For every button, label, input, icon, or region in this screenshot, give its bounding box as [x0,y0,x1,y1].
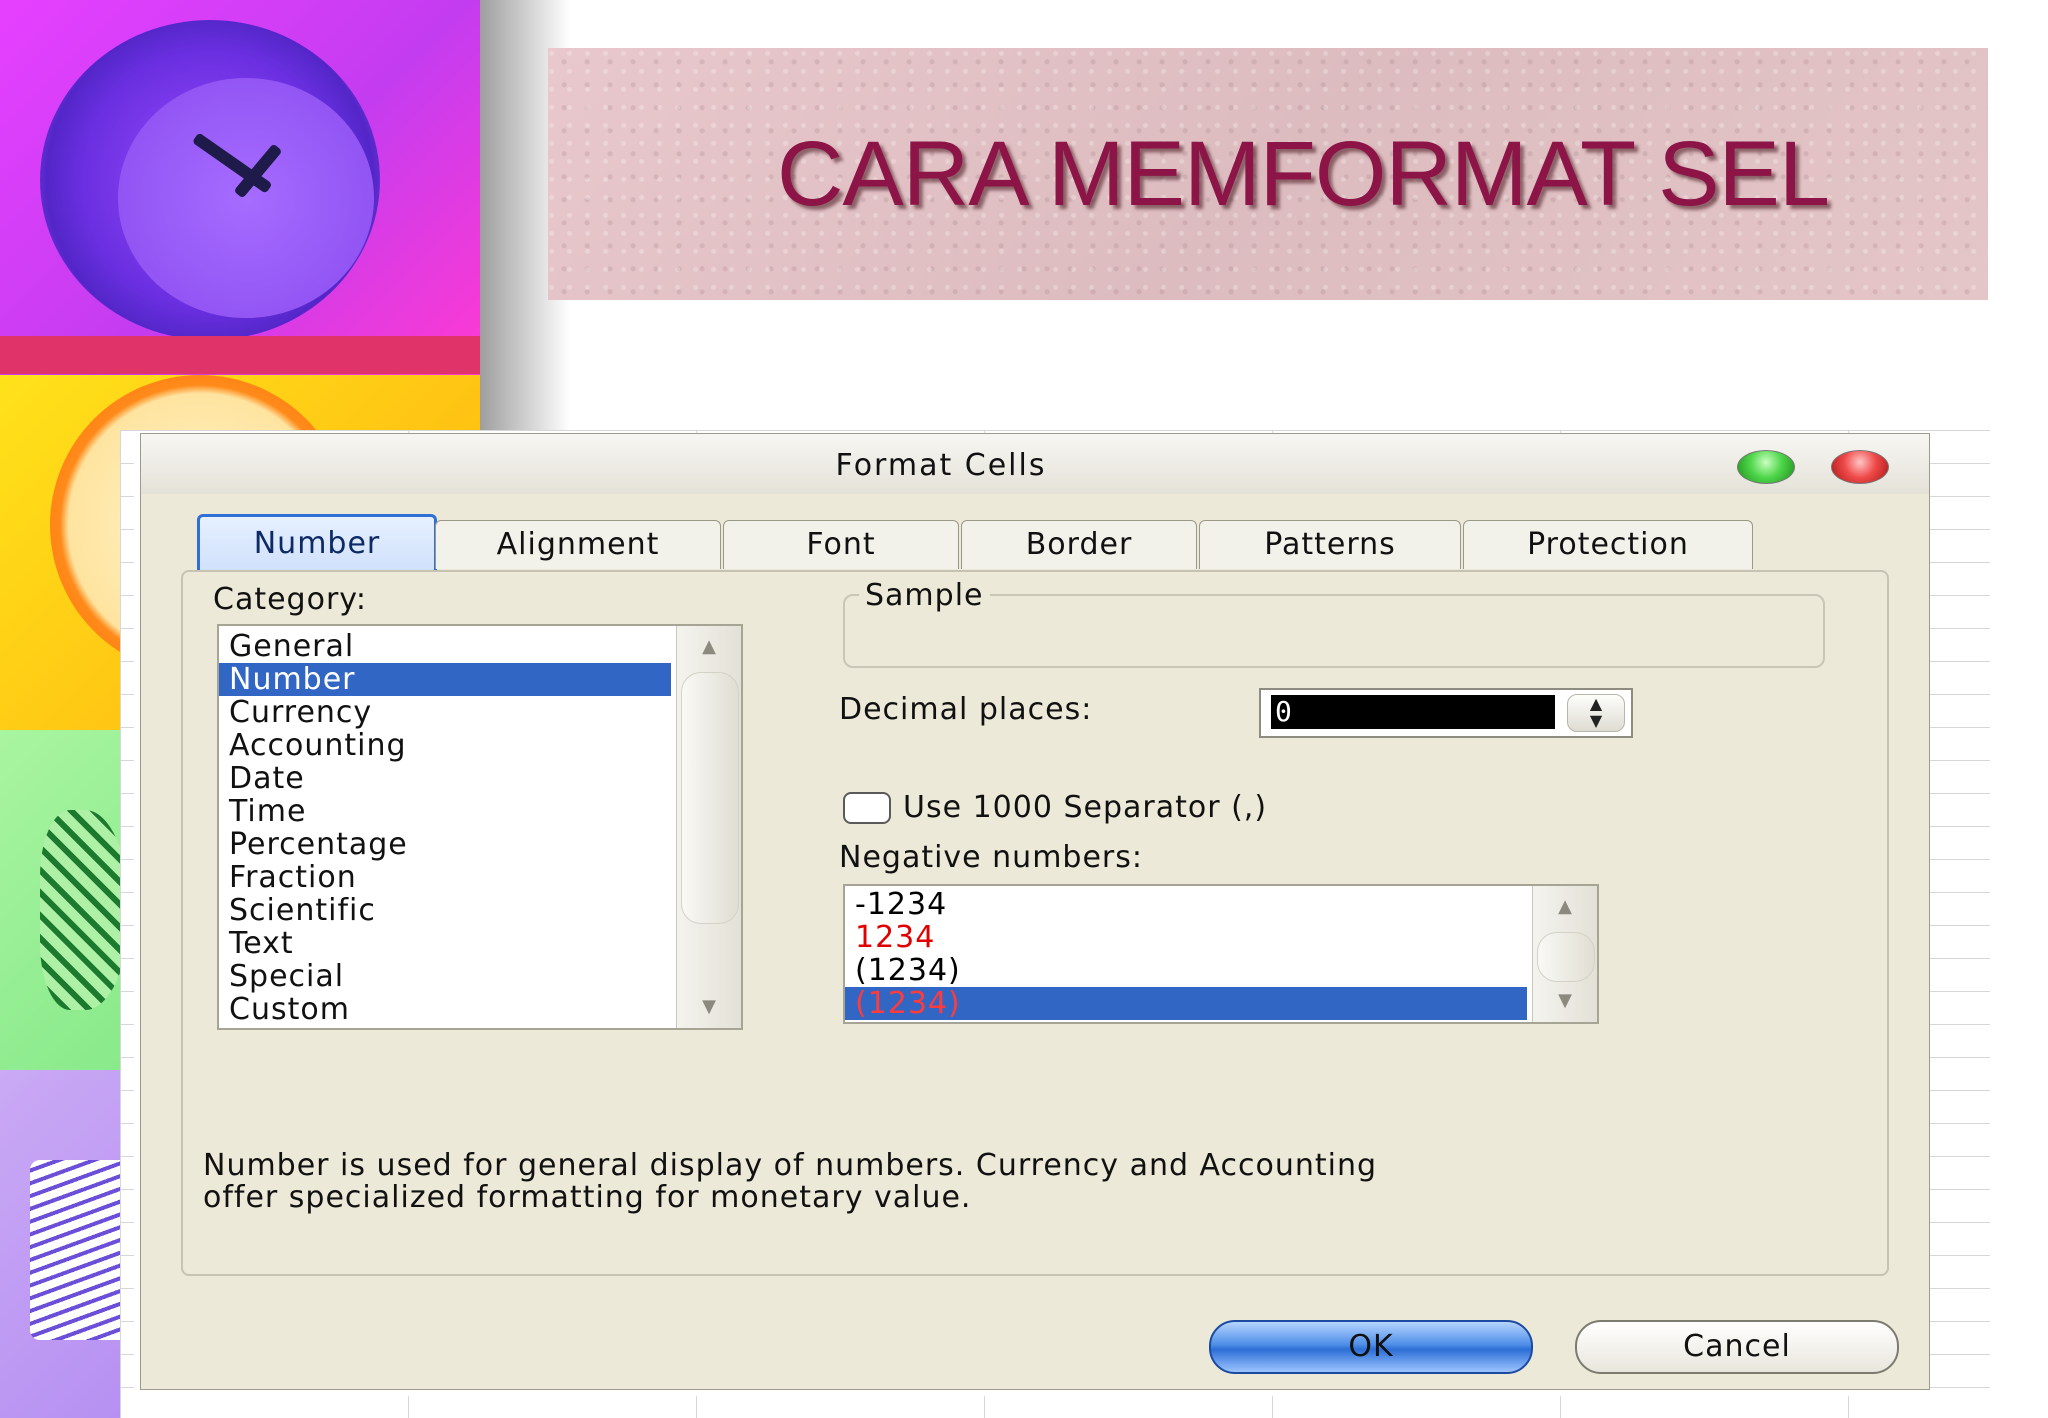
category-item-special[interactable]: Special [219,960,671,993]
scroll-up-icon[interactable]: ▲ [1533,886,1597,928]
minimize-button[interactable] [1737,450,1795,484]
category-item-text[interactable]: Text [219,927,671,960]
category-item-date[interactable]: Date [219,762,671,795]
scroll-thumb[interactable] [681,672,739,924]
green-leaf-image [40,810,130,1010]
category-item-custom[interactable]: Custom [219,993,671,1026]
category-description: Number is used for general display of nu… [203,1150,1883,1214]
category-item-scientific[interactable]: Scientific [219,894,671,927]
category-label: Category: [213,582,367,617]
category-scrollbar[interactable]: ▲ ▼ [676,626,741,1028]
red-band [0,336,480,374]
spinner-arrows-icon[interactable]: ▲ ▼ [1567,694,1625,732]
number-tab-panel: Category: General Number Currency Accoun… [181,570,1889,1276]
negative-item[interactable]: (1234) [845,954,1527,987]
category-listbox[interactable]: General Number Currency Accounting Date … [217,624,743,1030]
decimal-places-input[interactable]: 0 [1271,695,1555,729]
scroll-thumb[interactable] [1537,932,1595,982]
negative-item-selected[interactable]: (1234) [845,987,1527,1020]
negative-item[interactable]: 1234 [845,921,1527,954]
thousand-separator-label: Use 1000 Separator (,) [903,790,1268,825]
negative-numbers-label: Negative numbers: [839,840,1143,875]
scroll-down-icon[interactable]: ▼ [677,986,741,1028]
tab-alignment[interactable]: Alignment [435,520,721,569]
scroll-up-icon[interactable]: ▲ [677,626,741,668]
description-line-2: offer specialized formatting for monetar… [203,1180,972,1215]
negative-numbers-list: -1234 1234 (1234) (1234) [845,888,1527,1020]
category-list: General Number Currency Accounting Date … [219,630,671,1026]
dialog-titlebar: Format Cells [141,434,1929,494]
decimal-places-spinner[interactable]: 0 ▲ ▼ [1259,688,1633,738]
purple-clock-panel [0,0,480,375]
slide-title-text: CARA MEMFORMAT SEL [776,122,1830,225]
description-line-1: Number is used for general display of nu… [203,1148,1378,1183]
purple-clock-image [40,20,380,340]
negative-item[interactable]: -1234 [845,888,1527,921]
category-item-time[interactable]: Time [219,795,671,828]
thousand-separator-checkbox[interactable] [843,792,891,824]
category-item-percentage[interactable]: Percentage [219,828,671,861]
clock-face [118,78,374,318]
category-item-number[interactable]: Number [219,663,671,696]
tab-patterns[interactable]: Patterns [1199,520,1461,569]
tab-number[interactable]: Number [197,514,437,573]
close-button[interactable] [1831,450,1889,484]
negative-numbers-scrollbar[interactable]: ▲ ▼ [1532,886,1597,1022]
negative-numbers-listbox[interactable]: -1234 1234 (1234) (1234) ▲ ▼ [843,884,1599,1024]
sample-label: Sample [859,578,990,613]
sample-group [843,594,1825,668]
slide-title: CARA MEMFORMAT SEL [548,48,1988,300]
cancel-button[interactable]: Cancel [1575,1320,1899,1374]
format-cells-dialog: Format Cells Number Alignment Font Borde… [140,433,1930,1390]
category-item-currency[interactable]: Currency [219,696,671,729]
title-banner: CARA MEMFORMAT SEL [548,48,1988,300]
tab-protection[interactable]: Protection [1463,520,1753,569]
category-item-general[interactable]: General [219,630,671,663]
tab-font[interactable]: Font [723,520,959,569]
dialog-title: Format Cells [835,448,1047,483]
category-item-accounting[interactable]: Accounting [219,729,671,762]
category-item-fraction[interactable]: Fraction [219,861,671,894]
scroll-down-icon[interactable]: ▼ [1533,980,1597,1022]
tab-border[interactable]: Border [961,520,1197,569]
decimal-places-label: Decimal places: [839,692,1093,727]
ok-button[interactable]: OK [1209,1320,1533,1374]
